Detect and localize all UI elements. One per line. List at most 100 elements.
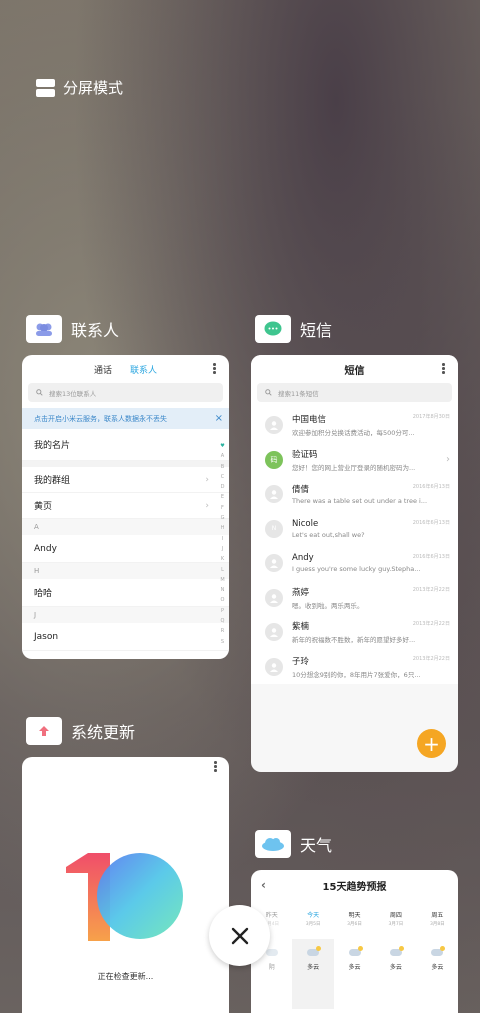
message-row[interactable]: 中国电信 2017年8月30日 欢迎参加积分兑换话费活动，每500分可... [251, 408, 458, 443]
message-sender: 倩倩 [292, 485, 310, 496]
back-icon[interactable]: ‹ [261, 878, 266, 892]
alphabet-index-letter[interactable]: J [219, 544, 226, 554]
forecast-condition: 多云 [417, 939, 458, 1009]
alphabet-index-letter[interactable]: A [219, 451, 226, 461]
day-name: 明天 [348, 912, 361, 919]
forecast-condition: 多云 [375, 939, 416, 1009]
forecast-days: 昨天 3月4日 今天 3月5日 明天 3月6日 周四 3月7日 周五 3月8日 [251, 910, 458, 927]
alphabet-index-letter[interactable]: S [219, 637, 226, 647]
contacts-search-input[interactable]: 搜索13位联系人 [28, 383, 223, 402]
my-card-row[interactable]: 我的名片 [22, 429, 229, 461]
avatar [265, 554, 283, 573]
my-groups-row[interactable]: 我的群组 › [22, 467, 229, 493]
avatar [265, 485, 283, 504]
new-message-button[interactable]: + [417, 729, 446, 758]
sms-search-placeholder: 搜索11条短信 [278, 389, 319, 398]
forecast-day[interactable]: 周五 3月8日 [417, 910, 458, 927]
chevron-right-icon: › [205, 474, 209, 485]
alphabet-index-letter[interactable]: C [219, 472, 226, 482]
message-date: 2016年6月13日 [412, 554, 450, 561]
split-screen-label: 分屏模式 [63, 79, 124, 97]
message-sender: 紫楠 [292, 622, 310, 633]
split-screen-button[interactable]: 分屏模式 [36, 77, 123, 98]
alphabet-index-letter[interactable]: P [219, 606, 226, 616]
contacts-app-icon [26, 315, 62, 343]
forecast-day[interactable]: 明天 3月6日 [334, 910, 375, 927]
partly-cloudy-icon [389, 946, 404, 956]
alphabet-index-letter[interactable]: H [219, 523, 226, 533]
day-date: 3月5日 [305, 922, 321, 927]
alphabet-index-letter[interactable]: D [219, 482, 226, 492]
favorite-icon: ♥ [220, 443, 225, 449]
forecast-day[interactable]: 今天 3月5日 [292, 910, 333, 927]
section-letter: H [22, 563, 229, 579]
alphabet-index-letter[interactable]: K [219, 554, 226, 564]
contacts-search-placeholder: 搜索13位联系人 [49, 389, 97, 398]
contact-row[interactable]: Andy [22, 535, 229, 563]
partly-cloudy-icon [307, 946, 322, 956]
message-row[interactable]: N Nicole 2016年6月13日 Let's eat out,shall we? [251, 512, 458, 547]
chevron-right-icon: › [205, 500, 209, 511]
message-row[interactable]: 码验证码 您好！您的网上营业厅登录的随机密码为... › [251, 443, 458, 478]
alphabet-index-letter[interactable]: B [219, 462, 226, 472]
more-icon[interactable] [214, 761, 217, 773]
condition-label: 多云 [307, 964, 320, 971]
close-all-button[interactable] [209, 905, 270, 966]
day-date: 3月7日 [388, 922, 404, 927]
message-list: 中国电信 2017年8月30日 欢迎参加积分兑换话费活动，每500分可... 码验证码… [251, 408, 458, 684]
alphabet-index-letter[interactable]: L [219, 565, 226, 575]
alphabet-index-letter[interactable]: E [219, 492, 226, 502]
message-sender: 子玲 [292, 656, 310, 667]
alphabet-index-letter[interactable]: G [219, 513, 226, 523]
update-card[interactable]: 正在检查更新... [22, 757, 229, 1013]
message-row[interactable]: 子玲 2013年2月22日 10分想念9别的你，8年用片7张爱你，6只... [251, 650, 458, 685]
yellow-pages-row[interactable]: 黄页 › [22, 493, 229, 519]
more-icon[interactable] [442, 363, 445, 375]
condition-label: 多云 [389, 964, 402, 971]
close-icon[interactable]: × [215, 413, 223, 424]
alphabet-index-letter[interactable]: N [219, 585, 226, 595]
weather-app-header: 天气 [255, 830, 332, 858]
weather-header-title: 15天趋势预报 [322, 881, 387, 893]
contacts-card[interactable]: 通话 联系人 搜索13位联系人 点击开启小米云服务，联系人数据永不丢失 × 我的… [22, 355, 229, 659]
alphabet-index-letter[interactable]: I [219, 534, 226, 544]
alphabet-index-letter[interactable]: F [219, 503, 226, 513]
alphabet-index[interactable]: ♥ ABCDEFGHIJKLMNOPQRS [219, 441, 226, 647]
weather-card[interactable]: ‹ 15天趋势预报 昨天 3月4日 今天 3月5日 明天 3月6日 周四 3月7日 周五 3月8日… [251, 870, 458, 1013]
search-icon [265, 389, 272, 396]
section-letter: A [22, 519, 229, 535]
condition-label: 多云 [348, 964, 361, 971]
section-letter: J [22, 607, 229, 623]
message-row[interactable]: Andy 2016年6月13日 I guess you're some lucky … [251, 546, 458, 581]
message-preview: 新年的祝福数不胜数，新年的愿望好多好... [292, 636, 416, 645]
forecast-day[interactable]: 周四 3月7日 [375, 910, 416, 927]
cloud-banner-text: 点击开启小米云服务，联系人数据永不丢失 [34, 414, 167, 423]
list-item-label: 我的群组 [34, 476, 71, 486]
cloud-icon [265, 949, 278, 956]
sms-card[interactable]: 短信 搜索11条短信 中国电信 2017年8月30日 欢迎参加积分兑换话费活动，每5… [251, 355, 458, 772]
message-date: 2013年2月22日 [412, 586, 450, 593]
more-icon[interactable] [213, 363, 216, 375]
alphabet-index-letter[interactable]: O [219, 595, 226, 605]
tab-contacts[interactable]: 联系人 [130, 363, 157, 376]
cloud-banner[interactable]: 点击开启小米云服务，联系人数据永不丢失 × [22, 408, 229, 429]
alphabet-index-letter[interactable]: M [219, 575, 226, 585]
sms-app-header: 短信 [255, 315, 332, 343]
message-row[interactable]: 燕婷 2013年2月22日 嗯。收到啦。两乐两乐。 [251, 581, 458, 616]
day-date: 3月8日 [429, 922, 445, 927]
message-date: 2013年2月22日 [412, 621, 450, 628]
contact-row[interactable]: 哈哈 [22, 579, 229, 607]
contacts-app-title: 联系人 [71, 321, 120, 340]
alphabet-index-letter[interactable]: R [219, 626, 226, 636]
partly-cloudy-icon [348, 946, 363, 956]
message-row[interactable]: 紫楠 2013年2月22日新年的祝福数不胜数，新年的愿望好多好... [251, 615, 458, 650]
search-icon [36, 389, 43, 396]
tab-calls[interactable]: 通话 [94, 363, 112, 376]
contact-row[interactable]: Jason [22, 623, 229, 651]
weather-app-icon [255, 830, 291, 858]
sms-search-input[interactable]: 搜索11条短信 [257, 383, 452, 402]
message-date: 2016年6月13日 [412, 519, 450, 526]
message-row[interactable]: 倩倩 2016年6月13日 There was a table set out un… [251, 477, 458, 512]
message-date: 2016年6月13日 [412, 484, 450, 491]
alphabet-index-letter[interactable]: Q [219, 616, 226, 626]
